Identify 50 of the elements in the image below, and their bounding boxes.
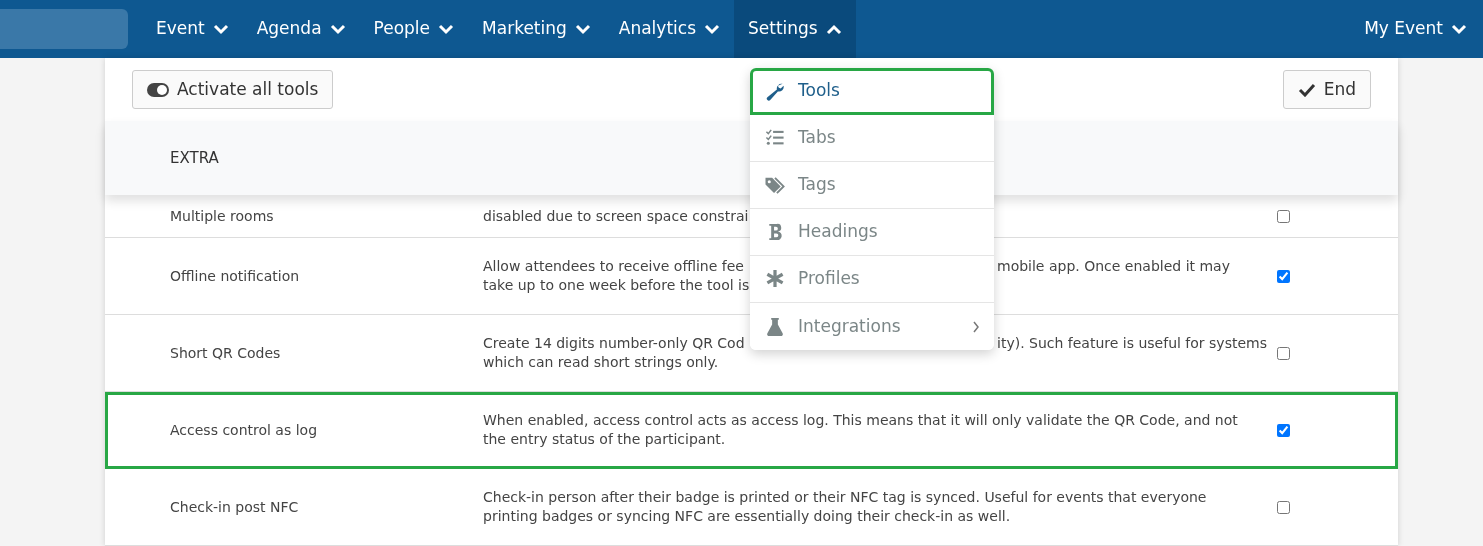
setting-description: Check-in person after their badge is printed or their NFC tag is synced. Useful for events that everyone printing badges or syncing NFC are essentially doing their check-in as well. bbox=[483, 488, 1208, 526]
dropdown-item[interactable]: Tabs bbox=[750, 115, 994, 162]
chevron-up-icon bbox=[825, 23, 842, 35]
dropdown-item[interactable]: Headings bbox=[750, 209, 994, 256]
activate-all-tools-button[interactable]: Activate all tools bbox=[132, 69, 334, 110]
tags-icon bbox=[764, 175, 786, 195]
nav-menu-item[interactable]: Event bbox=[142, 0, 243, 58]
setting-description: disabled due to screen space constrai bbox=[483, 206, 750, 226]
setting-name: Check-in post NFC bbox=[169, 497, 300, 517]
setting-description: take up to one week before the tool is bbox=[483, 276, 750, 295]
chevron-down-icon bbox=[1451, 23, 1467, 35]
chevron-down-icon bbox=[329, 23, 346, 35]
setting-name: Offline notification bbox=[169, 266, 301, 286]
nav-menu-item[interactable]: Marketing bbox=[468, 0, 605, 58]
nav-menu-item[interactable]: Agenda bbox=[242, 0, 360, 58]
chevron-down-icon bbox=[438, 23, 455, 35]
search-field[interactable] bbox=[0, 9, 128, 49]
setting-description: Allow attendees to receive offline fee bbox=[483, 257, 745, 276]
setting-checkbox[interactable] bbox=[1277, 423, 1290, 437]
end-button[interactable]: End bbox=[1282, 69, 1371, 110]
setting-checkbox[interactable] bbox=[1277, 269, 1290, 283]
setting-description: which can read short strings only. bbox=[483, 353, 720, 372]
setting-description: ity). Such feature is useful for systems bbox=[997, 334, 1267, 353]
nav-menu-item[interactable]: My Event bbox=[1350, 0, 1483, 58]
check-icon bbox=[1297, 82, 1316, 97]
setting-checkbox[interactable] bbox=[1277, 346, 1290, 360]
dropdown-item[interactable]: Tools bbox=[750, 68, 994, 115]
setting-checkbox[interactable] bbox=[1277, 209, 1290, 223]
chevron-down-icon bbox=[574, 23, 591, 35]
nav-menu-item[interactable]: Analytics bbox=[604, 0, 734, 58]
setting-name: Access control as log bbox=[169, 420, 319, 440]
section-header: EXTRA bbox=[170, 147, 219, 169]
setting-description: mobile app. Once enabled it may bbox=[997, 257, 1230, 276]
toggle-icon bbox=[147, 82, 169, 97]
checklist-icon bbox=[764, 128, 786, 148]
setting-description: When enabled, access control acts as access log. This means that it will only validate the QR Code, and not the entry status of the participant. bbox=[483, 411, 1239, 449]
dropdown-item[interactable]: Integrations bbox=[750, 303, 994, 350]
setting-name: Multiple rooms bbox=[169, 206, 275, 226]
chevron-down-icon bbox=[212, 23, 229, 35]
setting-checkbox[interactable] bbox=[1277, 500, 1290, 514]
dropdown-item[interactable]: Profiles bbox=[750, 256, 994, 303]
setting-name: Short QR Codes bbox=[169, 343, 282, 363]
asterisk-icon bbox=[764, 269, 786, 289]
flask-icon bbox=[764, 316, 786, 337]
wrench-icon bbox=[764, 81, 786, 101]
nav-menu-item[interactable]: Settings bbox=[734, 0, 856, 58]
nav-menu-item[interactable]: People bbox=[359, 0, 469, 58]
setting-description: Create 14 digits number-only QR Cod bbox=[483, 334, 746, 353]
chevron-down-icon bbox=[704, 23, 720, 35]
dropdown-item[interactable]: Tags bbox=[750, 162, 994, 209]
